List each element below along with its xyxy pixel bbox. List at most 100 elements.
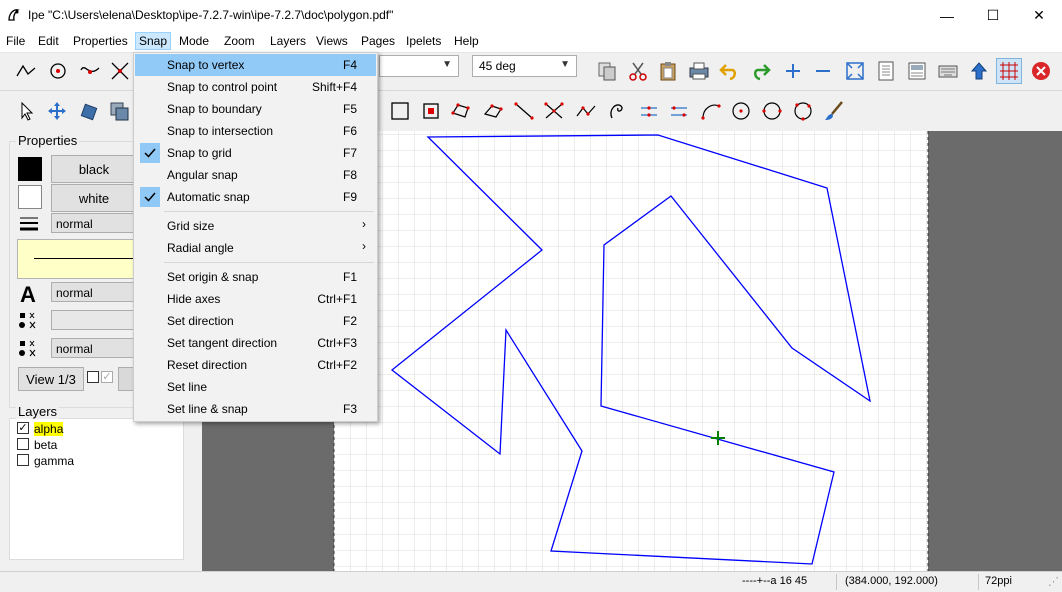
up-arrow-icon[interactable] (966, 58, 992, 84)
zoom-in-icon[interactable] (780, 58, 806, 84)
undo-icon[interactable] (716, 58, 742, 84)
menu-item-snap-vertex[interactable]: Snap to vertex F4 (135, 54, 376, 76)
menu-zoom[interactable]: Zoom (224, 34, 255, 48)
menu-properties[interactable]: Properties (73, 34, 128, 48)
menu-item-set-origin-snap[interactable]: Set origin & snap F1 (135, 266, 376, 288)
menu-ipelets[interactable]: Ipelets (406, 34, 441, 48)
stroke-color-button[interactable]: black (51, 155, 137, 183)
angle-value: 45 deg (479, 59, 516, 73)
menu-item-snap-control-point[interactable]: Snap to control point Shift+F4 (135, 76, 376, 98)
minimize-button[interactable]: — (924, 0, 970, 31)
status-bar: ----+--a 16 45 (384.000, 192.000) 72ppi … (0, 571, 1062, 592)
dash-style-preview[interactable] (17, 239, 139, 279)
menu-item-radial-angle[interactable]: Radial angle › (135, 237, 376, 259)
grid-toggle-icon[interactable] (996, 58, 1022, 84)
menu-item-set-tangent-direction[interactable]: Set tangent direction Ctrl+F3 (135, 332, 376, 354)
checkmark-icon (140, 143, 160, 163)
layer-gamma-checkbox[interactable] (17, 454, 29, 466)
menu-views[interactable]: Views (316, 34, 348, 48)
menu-item-snap-intersection[interactable]: Snap to intersection F6 (135, 120, 376, 142)
menu-item-reset-direction[interactable]: Reset direction Ctrl+F2 (135, 354, 376, 376)
menu-item-snap-boundary[interactable]: Snap to boundary F5 (135, 98, 376, 120)
mark-shape-select[interactable] (51, 310, 137, 330)
print-icon[interactable] (686, 58, 712, 84)
polyline-mode-icon[interactable] (448, 98, 474, 124)
layer-beta-checkbox[interactable] (17, 438, 29, 450)
snap-intersection-icon[interactable] (107, 58, 133, 84)
curve-mode-icon[interactable] (573, 98, 599, 124)
close-button[interactable]: ✕ (1016, 0, 1062, 31)
pen-select[interactable]: normal (51, 213, 137, 233)
copy-icon[interactable] (594, 58, 620, 84)
stretch-mode-icon[interactable] (106, 98, 132, 124)
menu-file[interactable]: File (6, 34, 25, 48)
menu-item-hide-axes[interactable]: Hide axes Ctrl+F1 (135, 288, 376, 310)
menu-item-automatic-snap[interactable]: Automatic snap F9 (135, 186, 376, 208)
redo-icon[interactable] (748, 58, 774, 84)
snap-indicator: ----+--a 16 45 (742, 575, 808, 587)
text-size-select[interactable]: normal (51, 282, 137, 302)
symbol-size-select[interactable]: normal (51, 338, 137, 358)
resize-grip-icon[interactable]: ⋰ (1048, 575, 1059, 588)
page-icon[interactable] (873, 58, 899, 84)
view-checkbox[interactable] (87, 371, 99, 383)
rotate-mode-icon[interactable] (75, 98, 101, 124)
view-button[interactable]: View 1/3 (18, 367, 84, 391)
menu-item-snap-grid[interactable]: Snap to grid F7 (135, 142, 376, 164)
arc-cw-icon[interactable] (636, 98, 662, 124)
snap-boundary-icon[interactable] (45, 58, 71, 84)
paintbrush-icon[interactable] (821, 98, 847, 124)
ink-mode-icon[interactable] (604, 98, 630, 124)
menu-item-set-line[interactable]: Set line (135, 376, 376, 398)
translate-mode-icon[interactable] (44, 98, 70, 124)
fit-page-icon[interactable] (842, 58, 868, 84)
menu-mode[interactable]: Mode (179, 34, 209, 48)
menu-edit[interactable]: Edit (38, 34, 59, 48)
zoom-out-icon[interactable] (810, 58, 836, 84)
angle-combo[interactable]: 45 deg ▼ (472, 55, 577, 77)
box-mode-icon[interactable] (418, 98, 444, 124)
select-mode-icon[interactable] (13, 98, 39, 124)
grid-size-combo[interactable]: ▼ (379, 55, 459, 77)
menu-pages[interactable]: Pages (361, 34, 395, 48)
stop-icon[interactable] (1028, 58, 1054, 84)
line-mode-icon[interactable] (511, 98, 537, 124)
fill-color-button[interactable]: white (51, 184, 137, 212)
page-list-icon[interactable] (904, 58, 930, 84)
paste-icon[interactable] (655, 58, 681, 84)
maximize-button[interactable]: ☐ (970, 0, 1016, 31)
keyboard-icon[interactable] (935, 58, 961, 84)
snap-menu: Snap to vertex F4 Snap to control point … (133, 52, 378, 422)
circle-center-icon[interactable] (728, 98, 754, 124)
menu-help[interactable]: Help (454, 34, 479, 48)
window-title: Ipe "C:\Users\elena\Desktop\ipe-7.2.7-wi… (28, 8, 394, 22)
menu-item-set-line-snap[interactable]: Set line & snap F3 (135, 398, 376, 420)
fill-swatch[interactable] (18, 185, 42, 209)
cut-icon[interactable] (625, 58, 651, 84)
layer-alpha-checkbox[interactable]: ✓ (17, 422, 29, 434)
circle-3pt-icon[interactable] (790, 98, 816, 124)
arc-ccw-icon[interactable] (666, 98, 692, 124)
menu-snap[interactable]: Snap (135, 32, 172, 50)
menu-layers[interactable]: Layers (270, 34, 306, 48)
menu-separator (164, 262, 374, 263)
circle-diameter-icon[interactable] (759, 98, 785, 124)
menu-item-grid-size[interactable]: Grid size › (135, 215, 376, 237)
snap-ctrl-icon[interactable] (77, 58, 103, 84)
spline-mode-icon[interactable] (541, 98, 567, 124)
menu-item-set-direction[interactable]: Set direction F2 (135, 310, 376, 332)
symbol-size-icon (18, 339, 40, 359)
text-size-icon: A (18, 281, 42, 307)
svg-text:A: A (20, 282, 36, 305)
pen-width-icon (18, 215, 40, 233)
layer-alpha-label[interactable]: alpha (34, 422, 64, 436)
status-separator (836, 574, 837, 590)
snap-vertex-icon[interactable] (13, 58, 39, 84)
menu-item-angular-snap[interactable]: Angular snap F8 (135, 164, 376, 186)
polygon-mode-icon[interactable] (480, 98, 506, 124)
stroke-swatch[interactable] (18, 157, 42, 181)
arc-3pt-icon[interactable] (698, 98, 724, 124)
rectangle-mode-icon[interactable] (387, 98, 413, 124)
layer-beta-label[interactable]: beta (34, 438, 57, 452)
layer-gamma-label[interactable]: gamma (34, 454, 74, 468)
